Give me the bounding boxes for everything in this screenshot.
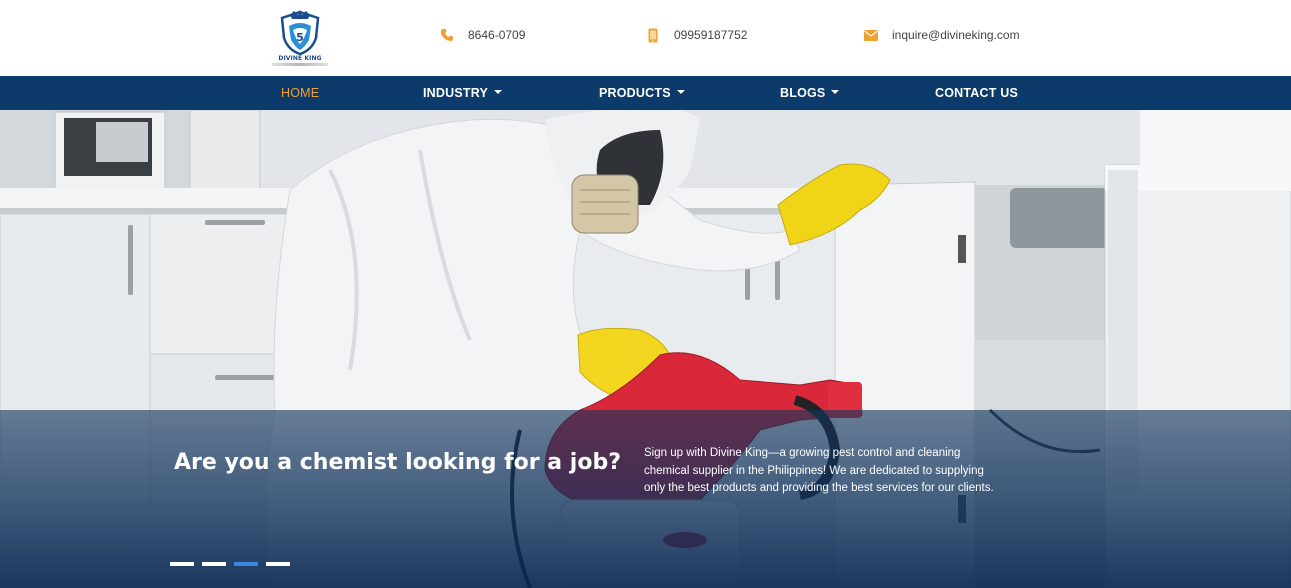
nav-item-products[interactable]: PRODUCTS <box>599 76 685 110</box>
nav-item-industry[interactable]: INDUSTRY <box>423 76 503 110</box>
chevron-down-icon <box>494 89 503 94</box>
nav-item-home[interactable]: HOME <box>281 76 319 110</box>
hero-banner: Are you a chemist looking for a job? Sig… <box>0 110 1291 588</box>
chevron-down-icon <box>676 89 685 94</box>
hero-title: Are you a chemist looking for a job? <box>174 450 621 475</box>
main-nav: HOME INDUSTRY PRODUCTS BLOGS CONTACT US <box>0 76 1291 110</box>
nav-label: CONTACT US <box>935 86 1019 100</box>
contact-phone[interactable]: 8646-0709 <box>440 28 525 42</box>
phone-icon <box>440 28 454 42</box>
slider-indicators <box>170 562 290 566</box>
nav-label: BLOGS <box>780 86 826 100</box>
slide-indicator-1[interactable] <box>170 562 194 566</box>
phone-number: 8646-0709 <box>468 28 526 42</box>
brand-name: DIVINE KING <box>278 55 322 62</box>
nav-item-contact-us[interactable]: CONTACT US <box>935 76 1018 110</box>
shield-crest-icon: 5 <box>280 10 320 56</box>
mail-icon <box>864 28 878 42</box>
mobile-phone-icon <box>646 28 660 42</box>
slide-indicator-2[interactable] <box>202 562 226 566</box>
nav-label: INDUSTRY <box>423 86 489 100</box>
nav-label: HOME <box>281 86 320 100</box>
brand-logo[interactable]: 5 DIVINE KING <box>272 10 328 66</box>
hero-description: Sign up with Divine King—a growing pest … <box>644 447 994 494</box>
chevron-down-icon <box>831 89 840 94</box>
nav-label: PRODUCTS <box>599 86 671 100</box>
contact-email[interactable]: inquire@divineking.com <box>864 28 1020 42</box>
mobile-number: 09959187752 <box>674 28 748 42</box>
email-address: inquire@divineking.com <box>892 28 1020 42</box>
slide-indicator-4[interactable] <box>266 562 290 566</box>
top-header: 5 DIVINE KING 8646-0709 09959187752 inqu… <box>0 0 1291 76</box>
contact-mobile[interactable]: 09959187752 <box>646 28 747 42</box>
nav-item-blogs[interactable]: BLOGS <box>780 76 840 110</box>
brand-tagline-strip <box>272 63 328 66</box>
slide-indicator-3[interactable] <box>234 562 258 566</box>
svg-text:5: 5 <box>296 31 304 44</box>
